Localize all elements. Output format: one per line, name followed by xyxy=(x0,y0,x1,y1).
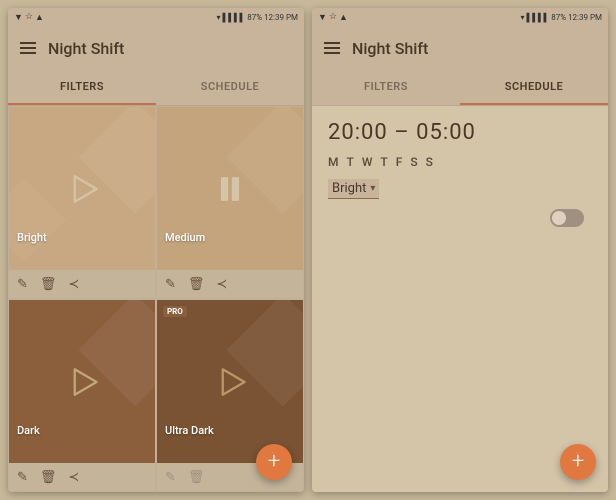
filter-dark-preview: Dark xyxy=(9,300,155,463)
filter-medium-preview: Medium xyxy=(157,107,303,270)
filter-dropdown-row: Bright ▾ xyxy=(328,179,592,199)
menu-button-left[interactable] xyxy=(20,42,36,54)
filter-medium[interactable]: Medium ✎ 🗑 ≺ xyxy=(156,106,304,299)
signal-icon: ▼ xyxy=(14,12,23,23)
app-title-left: Night Shift xyxy=(48,39,124,58)
schedule-panel: 20:00 – 05:00 M T W T F S S Bright ▾ xyxy=(312,106,608,241)
filter-medium-label: Medium xyxy=(165,231,205,244)
status-icons-right: ▼ ☆ ▲ xyxy=(318,12,348,23)
tabs-left: FILTERS SCHEDULE xyxy=(8,70,304,106)
tab-filters-right[interactable]: FILTERS xyxy=(312,70,460,105)
top-bar-left: Night Shift xyxy=(8,26,304,70)
wifi-icon: ▾ xyxy=(217,13,221,22)
share-icon-dark[interactable]: ≺ xyxy=(68,470,79,485)
upload-icon-r: ▲ xyxy=(339,12,348,23)
day-fri[interactable]: F xyxy=(396,155,403,169)
filter-bright[interactable]: Bright ✎ 🗑 ≺ xyxy=(8,106,156,299)
filter-dropdown-value: Bright xyxy=(332,181,366,196)
tab-schedule-left[interactable]: SCHEDULE xyxy=(156,70,304,105)
delete-icon-dark[interactable]: 🗑 xyxy=(40,470,57,485)
days-row: M T W T F S S xyxy=(328,155,592,169)
status-right-right: ▾ ▌▌▌▌ 87% 12:39 PM xyxy=(521,13,602,22)
upload-icon: ▲ xyxy=(35,12,44,23)
status-bar-left: ▼ ☆ ▲ ▾ ▌▌▌▌ 87% 12:39 PM xyxy=(8,8,304,26)
day-thu[interactable]: T xyxy=(380,155,387,169)
day-sat[interactable]: S xyxy=(410,155,417,169)
day-sun[interactable]: S xyxy=(426,155,433,169)
pro-badge: PRO xyxy=(163,306,187,317)
status-bar-right: ▼ ☆ ▲ ▾ ▌▌▌▌ 87% 12:39 PM xyxy=(312,8,608,26)
battery-level-r: 87% xyxy=(551,13,566,22)
signal-icon-r: ▼ xyxy=(318,12,327,23)
dropdown-arrow-icon: ▾ xyxy=(370,183,375,194)
signal-bars: ▌▌▌▌ xyxy=(223,13,246,22)
schedule-content-area: 20:00 – 05:00 M T W T F S S Bright ▾ xyxy=(312,106,608,492)
status-right-left: ▾ ▌▌▌▌ 87% 12:39 PM xyxy=(217,13,298,22)
edit-icon-ultra-dark: ✎ xyxy=(165,470,176,485)
tab-filters-left[interactable]: FILTERS xyxy=(8,70,156,105)
time-display-r: 12:39 PM xyxy=(568,13,602,22)
app-title-right: Night Shift xyxy=(352,39,428,58)
delete-icon-medium[interactable]: 🗑 xyxy=(188,277,205,292)
add-filter-fab[interactable]: + xyxy=(256,444,292,480)
filter-bright-actions: ✎ 🗑 ≺ xyxy=(9,270,155,298)
add-schedule-fab[interactable]: + xyxy=(560,444,596,480)
status-icons-left: ▼ ☆ ▲ xyxy=(14,12,44,23)
day-wed[interactable]: W xyxy=(362,155,373,169)
phone-left: ▼ ☆ ▲ ▾ ▌▌▌▌ 87% 12:39 PM Night Shift FI… xyxy=(8,8,304,492)
schedule-toggle[interactable] xyxy=(550,209,584,227)
toggle-row xyxy=(328,209,592,227)
tab-schedule-right[interactable]: SCHEDULE xyxy=(460,70,608,105)
phone-right: ▼ ☆ ▲ ▾ ▌▌▌▌ 87% 12:39 PM Night Shift FI… xyxy=(312,8,608,492)
toggle-thumb xyxy=(552,211,566,225)
filters-content: Bright ✎ 🗑 ≺ xyxy=(8,106,304,492)
delete-icon-ultra-dark: 🗑 xyxy=(188,470,205,485)
star-icon: ☆ xyxy=(25,12,33,22)
day-mon[interactable]: M xyxy=(328,155,339,169)
day-tue[interactable]: T xyxy=(347,155,354,169)
menu-button-right[interactable] xyxy=(324,42,340,54)
edit-icon-medium[interactable]: ✎ xyxy=(165,277,176,292)
tabs-right: FILTERS SCHEDULE xyxy=(312,70,608,106)
filter-medium-actions: ✎ 🗑 ≺ xyxy=(157,270,303,298)
filter-dark[interactable]: Dark ✎ 🗑 ≺ xyxy=(8,299,156,492)
time-range-display: 20:00 – 05:00 xyxy=(328,120,592,145)
filter-bright-label: Bright xyxy=(17,231,47,244)
filter-bright-preview: Bright xyxy=(9,107,155,270)
bg-deco-2 xyxy=(8,178,66,263)
time-display: 12:39 PM xyxy=(264,13,298,22)
edit-icon-dark[interactable]: ✎ xyxy=(17,470,28,485)
filter-dropdown[interactable]: Bright ▾ xyxy=(328,179,379,199)
edit-icon-bright[interactable]: ✎ xyxy=(17,277,28,292)
filter-dark-actions: ✎ 🗑 ≺ xyxy=(9,463,155,491)
wifi-icon-r: ▾ xyxy=(521,13,525,22)
delete-icon-bright[interactable]: 🗑 xyxy=(40,277,57,292)
share-icon-bright[interactable]: ≺ xyxy=(68,277,79,292)
filter-ultra-dark-label: Ultra Dark xyxy=(165,424,214,437)
battery-level: 87% xyxy=(247,13,262,22)
filters-grid: Bright ✎ 🗑 ≺ xyxy=(8,106,304,492)
share-icon-medium[interactable]: ≺ xyxy=(216,277,227,292)
top-bar-right: Night Shift xyxy=(312,26,608,70)
filter-ultra-dark-preview: PRO Ultra Dark xyxy=(157,300,303,463)
star-icon-r: ☆ xyxy=(329,12,337,22)
filter-dark-label: Dark xyxy=(17,424,40,437)
signal-bars-r: ▌▌▌▌ xyxy=(527,13,550,22)
